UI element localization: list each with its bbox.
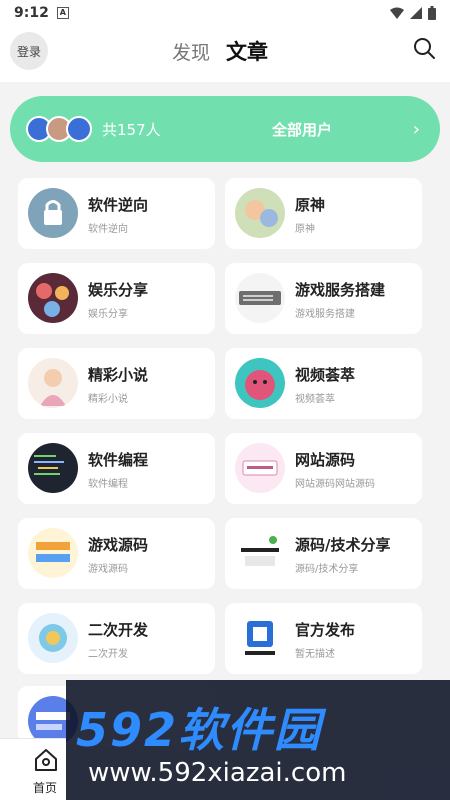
category-card[interactable]: 网站源码 网站源码网站源码 [225,433,422,504]
top-header: 登录 发现 文章 [0,26,450,82]
novel-thumbnail [28,358,78,408]
website-thumbnail [235,443,285,493]
video-thumbnail [235,358,285,408]
category-desc: 视频荟萃 [295,394,335,405]
category-card[interactable]: 游戏服务搭建 游戏服务搭建 [225,263,422,334]
category-card[interactable]: 游戏源码 游戏源码 [18,518,215,589]
battery-icon [428,6,436,20]
official-thumbnail [235,613,285,663]
all-users-label: 全部用户 [272,120,333,139]
category-card[interactable]: 软件逆向 软件逆向 [18,178,215,249]
category-card[interactable]: 源码/技术分享 源码/技术分享 [225,518,422,589]
notification-icon: A [56,7,69,19]
category-card[interactable]: 二次开发 二次开发 [18,603,215,674]
lock-thumbnail [28,188,78,238]
game-source-thumbnail [28,528,78,578]
category-desc: 游戏服务搭建 [295,309,355,320]
category-title: 精彩小说 [88,366,149,384]
watermark-brand: 592软件园 [76,703,323,757]
category-card[interactable]: 官方发布 暂无描述 [225,603,422,674]
avatar [66,116,92,142]
category-desc: 娱乐分享 [88,309,128,320]
login-button[interactable]: 登录 [10,32,48,70]
category-desc: 游戏源码 [88,564,128,575]
category-title: 视频荟萃 [295,366,356,384]
signal-icon [410,7,422,19]
category-grid: 软件逆向 软件逆向 原神 原神 娱乐分享 娱乐分享 游戏服务搭建 游戏服务搭建 … [18,178,422,674]
category-title: 游戏源码 [88,536,149,554]
tab-articles[interactable]: 文章 [226,36,268,66]
category-desc: 暂无描述 [295,649,335,660]
tech-share-thumbnail [235,528,285,578]
home-icon[interactable] [33,747,59,773]
category-card[interactable]: 原神 原神 [225,178,422,249]
category-desc: 软件逆向 [88,224,128,235]
category-card[interactable]: 软件编程 软件编程 [18,433,215,504]
chevron-right-icon: › [412,118,420,140]
category-desc: 精彩小说 [88,394,128,405]
anime-thumbnail [235,188,285,238]
category-title: 原神 [295,196,326,214]
category-title: 娱乐分享 [88,281,149,299]
search-icon[interactable] [412,36,436,60]
category-desc: 网站源码网站源码 [295,479,375,490]
code-thumbnail [28,443,78,493]
category-desc: 软件编程 [88,479,128,490]
user-avatars [26,116,92,142]
nav-home-label[interactable]: 首页 [33,779,57,796]
dev-thumbnail [28,613,78,663]
category-title: 软件逆向 [88,196,149,214]
category-title: 二次开发 [88,621,149,639]
category-card[interactable]: 精彩小说 精彩小说 [18,348,215,419]
tab-discover[interactable]: 发现 [172,38,210,65]
category-title: 网站源码 [295,451,356,469]
category-title: 源码/技术分享 [295,536,391,554]
watermark-banner: 592软件园 www.592xiazai.com [66,680,450,800]
category-title: 游戏服务搭建 [295,281,386,299]
top-tabs: 发现 文章 [172,36,268,66]
category-title: 软件编程 [88,451,149,469]
status-bar: 9:12 A [0,0,450,26]
watermark-url: www.592xiazai.com [88,758,347,788]
category-card[interactable]: 视频荟萃 视频荟萃 [225,348,422,419]
category-card[interactable]: 娱乐分享 娱乐分享 [18,263,215,334]
category-desc: 原神 [295,224,315,235]
category-title: 官方发布 [295,621,356,639]
user-count: 共157人 [102,120,161,139]
entertainment-thumbnail [28,273,78,323]
category-desc: 二次开发 [88,649,128,660]
server-thumbnail [235,273,285,323]
all-users-banner[interactable]: 共157人 全部用户 › [10,96,440,162]
bottom-nav: 首页 [0,738,66,800]
category-desc: 源码/技术分享 [295,564,359,575]
status-time: 9:12 [14,5,49,21]
wifi-icon [390,7,404,19]
